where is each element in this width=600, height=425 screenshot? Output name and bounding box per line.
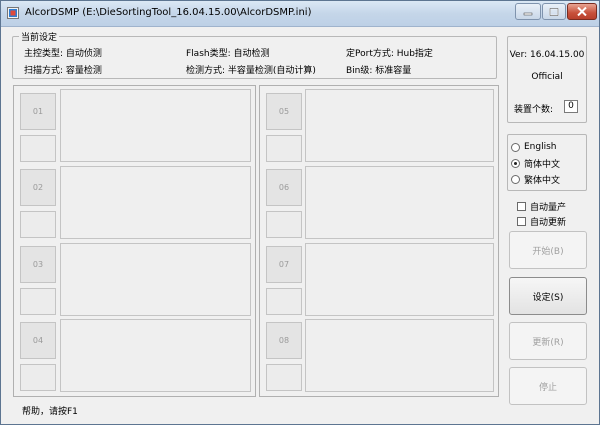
slot-number: 07: [266, 246, 302, 283]
stop-button[interactable]: 停止: [509, 367, 587, 405]
bin-level: Bin级: 标准容量: [346, 66, 412, 76]
radio-traditional-chinese[interactable]: [511, 175, 520, 184]
slot-number: 06: [266, 169, 302, 206]
update-button[interactable]: 更新(R): [509, 322, 587, 360]
language-traditional-chinese[interactable]: 繁体中文: [511, 173, 560, 186]
slot-status-box: [20, 364, 56, 391]
slot-display: [305, 319, 494, 392]
slot-status-box: [20, 135, 56, 162]
slot-display: [305, 89, 494, 162]
auto-mass-production-checkbox[interactable]: [517, 202, 526, 211]
radio-simplified-chinese[interactable]: [511, 159, 520, 168]
slot-number: 04: [20, 322, 56, 359]
scan-mode: 扫描方式: 容量检测: [24, 66, 102, 76]
close-icon: [577, 7, 587, 16]
language-traditional-chinese-label: 繁体中文: [524, 176, 561, 186]
slot-status-box: [20, 288, 56, 315]
slot-number: 05: [266, 93, 302, 130]
slot-display: [60, 166, 251, 239]
minimize-button[interactable]: [515, 3, 541, 20]
device-count-label: 装置个数:: [514, 105, 554, 115]
auto-mass-production-option[interactable]: 自动量产: [517, 200, 566, 213]
language-english[interactable]: English: [511, 142, 557, 152]
slot-panel-left: 01 02 03 04: [13, 85, 256, 397]
auto-update-option[interactable]: 自动更新: [517, 215, 566, 228]
slot-display: [60, 319, 251, 392]
language-english-label: English: [524, 142, 557, 152]
slot-status-box: [20, 211, 56, 238]
maximize-icon: [549, 7, 559, 16]
slot-number: 08: [266, 322, 302, 359]
start-button[interactable]: 开始(B): [509, 231, 587, 269]
status-bar-text: 帮助，请按F1: [22, 407, 78, 417]
slot-number: 01: [20, 93, 56, 130]
info-panel: Ver: 16.04.15.00 Official 装置个数: 0: [507, 36, 587, 123]
settings-group-title: 当前设定: [19, 30, 60, 43]
slot-status-box: [266, 211, 302, 238]
radio-english[interactable]: [511, 142, 520, 152]
settings-button[interactable]: 设定(S): [509, 277, 587, 315]
slot-display: [60, 89, 251, 162]
window-title: AlcorDSMP (E:\DieSortingTool_16.04.15.00…: [25, 7, 312, 18]
slot-display: [60, 243, 251, 316]
language-simplified-chinese[interactable]: 简体中文: [511, 157, 560, 170]
check-mode: 检测方式: 半容量检测(自动计算): [186, 66, 316, 76]
maximize-button[interactable]: [542, 3, 566, 20]
slot-status-box: [266, 364, 302, 391]
title-bar: AlcorDSMP (E:\DieSortingTool_16.04.15.00…: [1, 1, 599, 27]
port-mode: 定Port方式: Hub指定: [346, 49, 433, 59]
slot-panel-right: 05 06 07 08: [259, 85, 499, 397]
slot-number: 03: [20, 246, 56, 283]
app-icon: [7, 7, 19, 19]
flash-type: Flash类型: 自动检测: [186, 49, 270, 59]
edition-label: Official: [531, 72, 563, 82]
app-window: AlcorDSMP (E:\DieSortingTool_16.04.15.00…: [0, 0, 600, 425]
slot-display: [305, 166, 494, 239]
controller-type: 主控类型: 自动侦测: [24, 49, 102, 59]
slot-status-box: [266, 288, 302, 315]
language-simplified-chinese-label: 简体中文: [524, 160, 561, 170]
auto-update-checkbox[interactable]: [517, 217, 526, 226]
version-label: Ver: 16.04.15.00: [509, 50, 585, 60]
slot-number: 02: [20, 169, 56, 206]
close-button[interactable]: [567, 3, 597, 20]
slot-display: [305, 243, 494, 316]
device-count-field: 0: [564, 100, 578, 113]
auto-update-label: 自动更新: [530, 218, 567, 228]
auto-mass-production-label: 自动量产: [530, 203, 567, 213]
slot-status-box: [266, 135, 302, 162]
minimize-icon: [523, 12, 533, 15]
